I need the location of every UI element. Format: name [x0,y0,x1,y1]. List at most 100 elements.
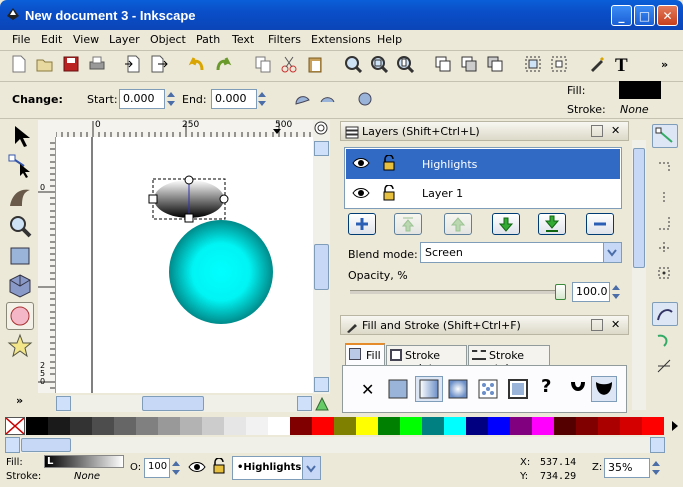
palette-swatch[interactable] [510,417,532,435]
undo-icon[interactable] [188,55,206,73]
palette-swatch[interactable] [92,417,114,435]
fill-rule-nonzero-icon[interactable] [591,376,617,402]
toolbar-overflow-icon[interactable]: » [661,58,668,71]
snap-center-icon[interactable] [656,265,672,284]
zoom-input[interactable]: 35% [604,458,650,478]
palette-swatch[interactable] [422,417,444,435]
palette-swatch[interactable] [312,417,334,435]
palette-swatch[interactable] [180,417,202,435]
layer-lock-icon[interactable] [212,457,226,477]
start-angle-input[interactable]: 0.000 [119,89,165,109]
palette-swatch[interactable] [378,417,400,435]
export-icon[interactable] [150,55,168,73]
palette-scroll-thumb[interactable] [21,438,71,452]
tab-stroke-paint[interactable]: Stroke paint [386,345,467,375]
scroll-thumb[interactable] [314,244,329,290]
palette-swatch[interactable] [114,417,136,435]
rectangle-tool-icon[interactable] [6,242,34,270]
snap-bbox-corner-icon[interactable] [656,215,672,234]
palette-swatch[interactable] [70,417,92,435]
snap-bbox-edge-icon[interactable] [656,190,672,209]
tweak-tool-icon[interactable] [6,182,34,210]
add-layer-button[interactable] [348,213,376,235]
linear-gradient-icon[interactable] [415,376,443,402]
redo-icon[interactable] [214,55,232,73]
close-button[interactable]: ✕ [657,5,678,26]
lower-layer-button[interactable] [492,213,520,235]
new-document-icon[interactable] [10,55,28,73]
panel-iconify-icon[interactable] [591,125,603,137]
menu-help[interactable]: Help [377,33,402,46]
raise-layer-to-top-button[interactable] [394,213,422,235]
menu-extensions[interactable]: Extensions [311,33,371,46]
menu-text[interactable]: Text [232,33,254,46]
zoom-drawing-icon[interactable] [370,55,389,74]
flat-color-icon[interactable] [387,378,409,400]
eye-visible-icon[interactable] [352,186,370,203]
palette-none-swatch[interactable] [5,417,25,435]
status-fill-swatch[interactable]: L [44,455,124,468]
lower-layer-to-bottom-button[interactable] [538,213,566,235]
star-tool-icon[interactable] [6,332,34,360]
print-icon[interactable] [88,55,106,73]
palette-swatch[interactable] [554,417,576,435]
end-angle-stepper[interactable] [257,89,267,109]
open-icon[interactable] [36,55,54,73]
palette-scroll-right-button[interactable] [650,437,665,453]
snap-enable-icon[interactable] [652,124,678,148]
3d-box-tool-icon[interactable] [6,272,34,300]
delete-layer-button[interactable] [586,213,614,235]
ellipse-tool-icon[interactable] [6,302,34,330]
current-layer-select[interactable]: •Highlights [232,456,321,480]
palette-swatch[interactable] [48,417,70,435]
panel-close-icon[interactable]: ✕ [611,318,620,331]
chevron-down-icon[interactable] [302,457,320,479]
snap-intersection-icon[interactable] [656,358,672,377]
palette-swatch[interactable] [268,417,290,435]
clone-icon[interactable] [460,55,478,73]
scroll-up-icon[interactable] [314,141,329,156]
hscroll-thumb[interactable] [142,396,204,411]
layers-scroll-thumb[interactable] [633,148,645,268]
save-icon[interactable] [62,55,80,73]
snap-path-icon[interactable] [656,332,672,351]
menu-edit[interactable]: Edit [41,33,62,46]
menu-file[interactable]: File [12,33,30,46]
pattern-icon[interactable] [477,378,499,400]
swatch-icon[interactable] [507,378,529,400]
snap-bbox-icon[interactable] [656,160,672,179]
menu-view[interactable]: View [73,33,99,46]
unlink-clone-icon[interactable] [486,55,504,73]
palette-swatch[interactable] [532,417,554,435]
eye-visible-icon[interactable] [352,156,370,173]
raise-layer-button[interactable] [444,213,472,235]
palette-swatch[interactable] [444,417,466,435]
minimize-button[interactable]: _ [611,5,632,26]
zoom-selection-icon[interactable] [344,55,363,74]
fill-indicator-swatch[interactable] [619,81,661,99]
palette-swatch[interactable] [158,417,180,435]
palette-swatch[interactable] [576,417,598,435]
start-angle-stepper[interactable] [166,89,176,109]
blend-mode-select[interactable]: Screen [420,242,622,263]
palette-swatch[interactable] [26,417,48,435]
unset-paint-icon[interactable]: ? [541,376,551,397]
palette-swatch[interactable] [466,417,488,435]
fill-rule-evenodd-icon[interactable] [567,378,589,403]
palette-swatch[interactable] [246,417,268,435]
end-angle-input[interactable]: 0.000 [211,89,257,109]
zoom-lock-icon[interactable] [313,120,330,137]
opacity-slider-thumb[interactable] [555,284,566,300]
radial-gradient-icon[interactable] [447,378,469,400]
opacity-slider-track[interactable] [350,290,556,294]
scroll-left-icon[interactable] [56,396,71,411]
text-dialog-icon[interactable]: T [614,55,632,76]
fill-stroke-dialog-icon[interactable] [588,55,606,73]
color-management-icon[interactable] [314,396,330,412]
layer-row-highlights[interactable]: Highlights [346,149,620,179]
paste-icon[interactable] [306,55,324,73]
snap-nodes-icon[interactable] [652,302,678,326]
palette-swatch[interactable] [620,417,642,435]
zoom-stepper[interactable] [651,458,661,478]
layer-name-highlights[interactable]: Highlights [422,158,477,171]
